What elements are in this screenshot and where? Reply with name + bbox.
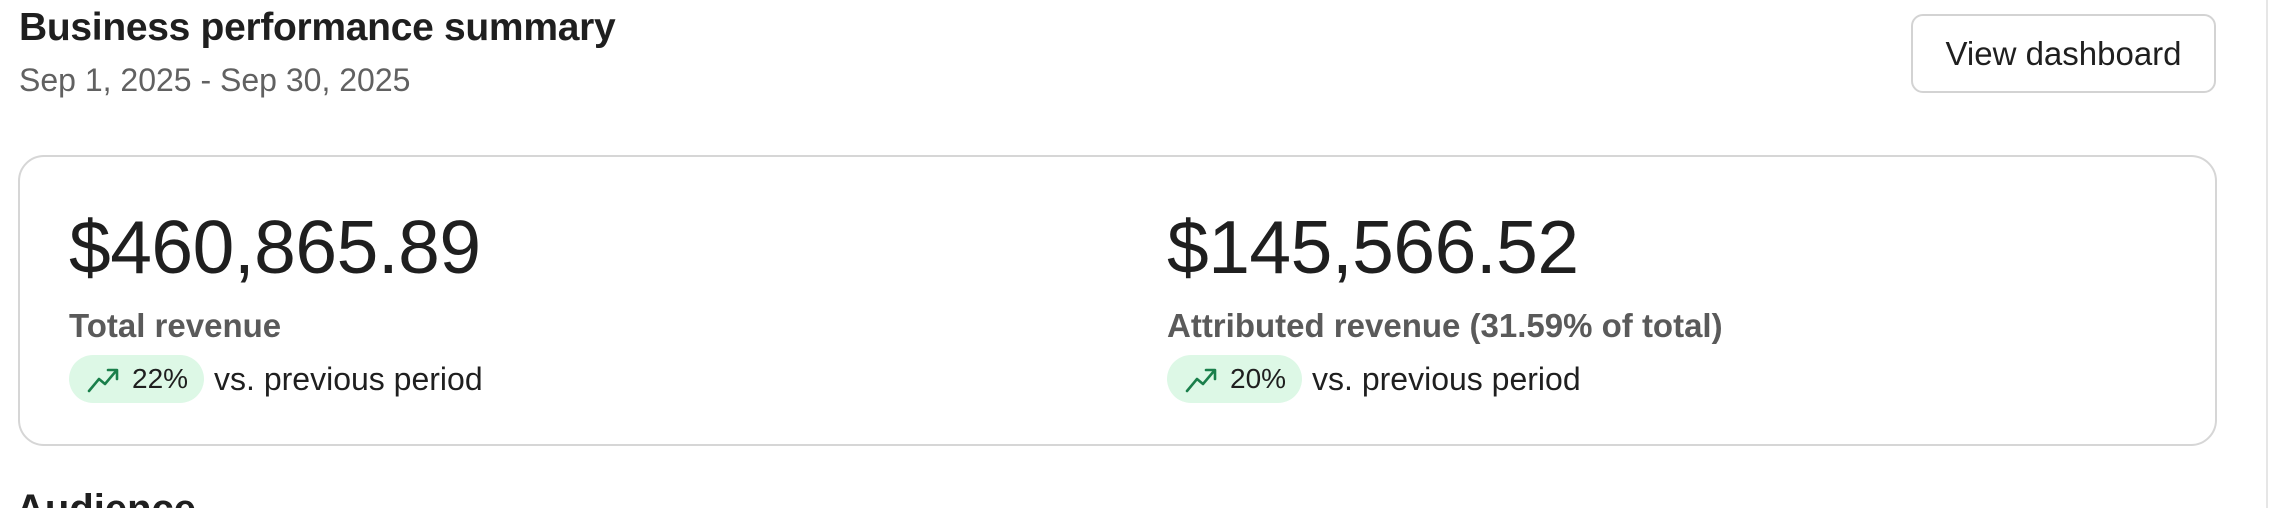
change-percent: 20% <box>1230 363 1287 394</box>
comparison-text: vs. previous period <box>1312 360 1581 397</box>
metric-total-revenue: $460,865.89 Total revenue 22% vs. previo… <box>69 207 483 403</box>
page: Business performance summary Sep 1, 2025… <box>0 0 2272 508</box>
audience-section-title: Audience <box>16 487 196 508</box>
trend-up-icon <box>1185 368 1217 393</box>
summary-header: Business performance summary Sep 1, 2025… <box>19 6 2219 116</box>
attributed-revenue-label: Attributed revenue (31.59% of total) <box>1167 307 1723 344</box>
change-badge: 20% <box>1167 355 1303 403</box>
attributed-revenue-trend: 20% vs. previous period <box>1167 355 1723 403</box>
view-dashboard-button[interactable]: View dashboard <box>1911 14 2216 93</box>
metric-attributed-revenue: $145,566.52 Attributed revenue (31.59% o… <box>1167 207 1723 403</box>
revenue-summary-card: $460,865.89 Total revenue 22% vs. previo… <box>18 155 2217 446</box>
scrollbar-track[interactable] <box>2266 0 2268 508</box>
page-title: Business performance summary <box>19 6 616 49</box>
date-range: Sep 1, 2025 - Sep 30, 2025 <box>19 62 411 98</box>
total-revenue-label: Total revenue <box>69 307 282 344</box>
change-badge: 22% <box>69 355 205 403</box>
attributed-revenue-value: $145,566.52 <box>1167 205 1579 289</box>
change-percent: 22% <box>132 363 189 394</box>
total-revenue-trend: 22% vs. previous period <box>69 355 483 403</box>
trend-up-icon <box>87 368 119 393</box>
comparison-text: vs. previous period <box>214 360 483 397</box>
total-revenue-value: $460,865.89 <box>69 205 481 289</box>
